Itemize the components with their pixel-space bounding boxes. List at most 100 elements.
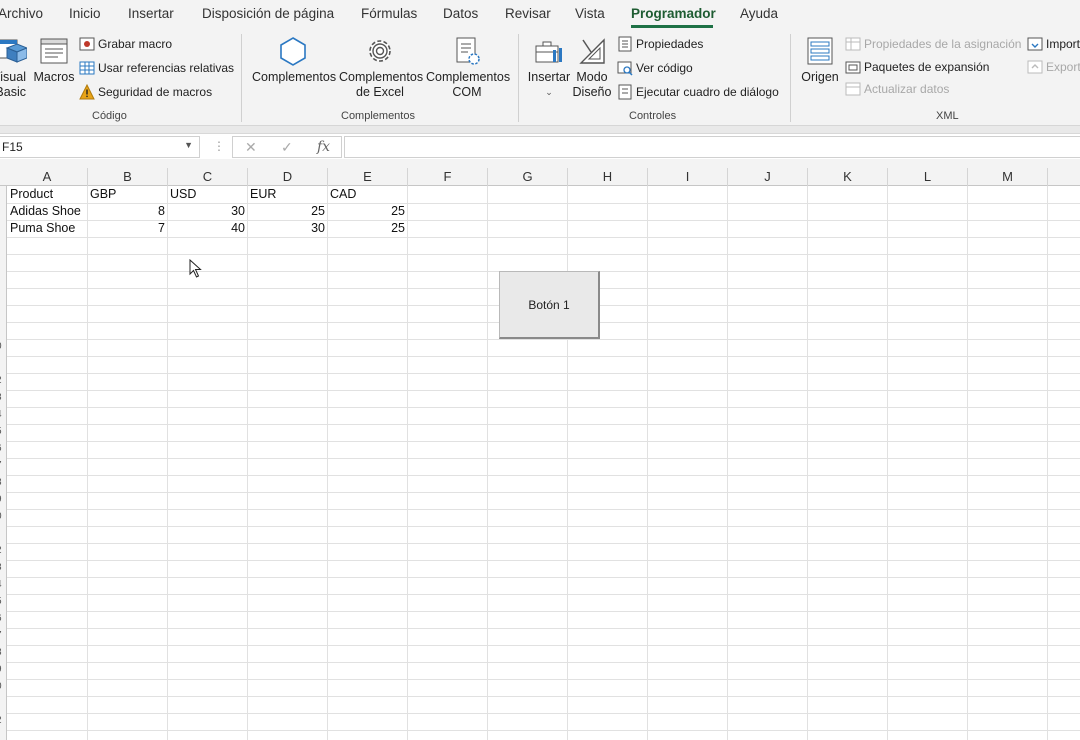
group-label-controles: Controles [629,110,677,122]
row-number[interactable]: 9 [0,664,2,675]
grabar-macro-button[interactable]: Grabar macro [79,35,172,53]
table-cell-cad[interactable]: 25 [328,203,407,220]
tab-formulas[interactable]: Fórmulas [361,6,417,21]
boton-1-form-button[interactable]: Botón 1 [499,271,600,339]
name-box[interactable]: F15 ▼ [0,136,200,158]
insert-function-icon[interactable]: fx [317,139,330,155]
row-number[interactable]: 5 [0,596,2,607]
ejecutar-dialogo-button[interactable]: Ejecutar cuadro de diálogo [617,83,779,101]
gridline [7,441,1080,442]
table-cell-eur[interactable]: 25 [248,203,327,220]
chevron-down-icon[interactable]: ▼ [184,140,193,150]
ribbon-tab-bar: Archivo Inicio Insertar Disposición de p… [0,0,1080,30]
table-header-eur[interactable]: EUR [248,186,327,203]
row-number[interactable]: 8 [0,647,2,658]
seguridad-macros-button[interactable]: Seguridad de macros [79,83,212,101]
tab-programador[interactable]: Programador [631,6,716,21]
table-cell-usd[interactable]: 30 [168,203,247,220]
macros-label: Macros [33,70,75,84]
column-header-l[interactable]: L [888,168,968,186]
row-number[interactable]: 6 [0,613,2,624]
column-header-i[interactable]: I [648,168,728,186]
table-header-gbp[interactable]: GBP [88,186,167,203]
row-number[interactable]: 5 [0,426,2,437]
row-number[interactable]: 3 [0,562,2,573]
table-header-cad[interactable]: CAD [328,186,407,203]
row-number[interactable]: 2 [0,375,2,386]
tab-inicio[interactable]: Inicio [69,6,101,21]
cancel-icon[interactable]: ✕ [245,139,257,156]
column-header-g[interactable]: G [488,168,568,186]
column-header-b[interactable]: B [88,168,168,186]
check-icon[interactable]: ✓ [281,139,293,156]
table-cell-usd[interactable]: 40 [168,220,247,237]
row-number[interactable]: 3 [0,392,2,403]
row-number[interactable]: 7 [0,460,2,471]
row-number[interactable]: 6 [0,443,2,454]
importar-button[interactable]: Import [1027,35,1080,53]
table-cell-cad[interactable]: 25 [328,220,407,237]
propiedades-label: Propiedades [636,37,704,51]
macros-button[interactable]: Macros [33,36,75,85]
table-header-usd[interactable]: USD [168,186,247,203]
complementos-excel-button[interactable]: Complementos de Excel [339,36,423,100]
exportar-label: Export [1046,60,1080,74]
table-header-product[interactable]: Product [8,186,87,203]
table-cell-gbp[interactable]: 8 [88,203,167,220]
row-number[interactable]: 0 [0,681,2,692]
tab-disposicion[interactable]: Disposición de página [202,6,334,21]
column-header-a[interactable]: A [7,168,88,186]
tab-revisar[interactable]: Revisar [505,6,551,21]
table-cell-eur[interactable]: 30 [248,220,327,237]
propiedades-button[interactable]: Propiedades [617,35,703,53]
row-number[interactable]: 2 [0,545,2,556]
actualizar-datos-button[interactable]: Actualizar datos [845,80,949,98]
row-number[interactable]: 0 [0,341,2,352]
visual-basic-button[interactable]: Visual Basic [0,36,28,100]
row-number[interactable]: 4 [0,579,2,590]
tab-datos[interactable]: Datos [443,6,478,21]
tab-archivo[interactable]: Archivo [0,6,43,21]
more-options-icon[interactable]: ⋮ [213,139,225,153]
paquetes-expansion-button[interactable]: Paquetes de expansión [845,58,989,76]
worksheet-grid[interactable]: A B C D E F G H I J K L M Product GBP US… [0,168,1080,740]
column-header-j[interactable]: J [728,168,808,186]
row-number[interactable]: 7 [0,630,2,641]
com-add-ins-icon [456,37,480,65]
modo-diseno-button[interactable]: Modo Diseño [572,36,612,100]
row-number[interactable]: 9 [0,494,2,505]
complementos-button[interactable]: Complementos [252,36,336,85]
column-header-h[interactable]: H [568,168,648,186]
row-number[interactable]: 8 [0,477,2,488]
table-cell-product[interactable]: Adidas Shoe [8,203,87,220]
column-header-e[interactable]: E [328,168,408,186]
gridline [7,611,1080,612]
row-number[interactable]: 4 [0,409,2,420]
propiedades-asignacion-button[interactable]: Propiedades de la asignación [845,35,1021,53]
name-box-value: F15 [2,140,23,154]
gridline [7,237,1080,238]
add-ins-icon [280,37,306,66]
column-header-d[interactable]: D [248,168,328,186]
complementos-com-button[interactable]: Complementos COM [426,36,510,100]
row-number[interactable]: 0 [0,511,2,522]
table-cell-gbp[interactable]: 7 [88,220,167,237]
usar-referencias-button[interactable]: Usar referencias relativas [79,59,234,77]
exportar-button[interactable]: Export [1027,58,1080,76]
column-header-f[interactable]: F [408,168,488,186]
gridline [327,186,328,740]
gridline [7,645,1080,646]
formula-input[interactable] [344,136,1080,158]
insertar-control-button[interactable]: Insertar ⌄ [527,36,571,100]
table-cell-product[interactable]: Puma Shoe [8,220,87,237]
row-number[interactable]: 2 [0,715,2,726]
ver-codigo-button[interactable]: Ver código [617,59,693,77]
gridline [487,186,488,740]
column-header-m[interactable]: M [968,168,1048,186]
origen-button[interactable]: Origen [800,36,840,85]
column-header-c[interactable]: C [168,168,248,186]
tab-ayuda[interactable]: Ayuda [740,6,778,21]
tab-vista[interactable]: Vista [575,6,605,21]
column-header-k[interactable]: K [808,168,888,186]
tab-insertar[interactable]: Insertar [128,6,174,21]
